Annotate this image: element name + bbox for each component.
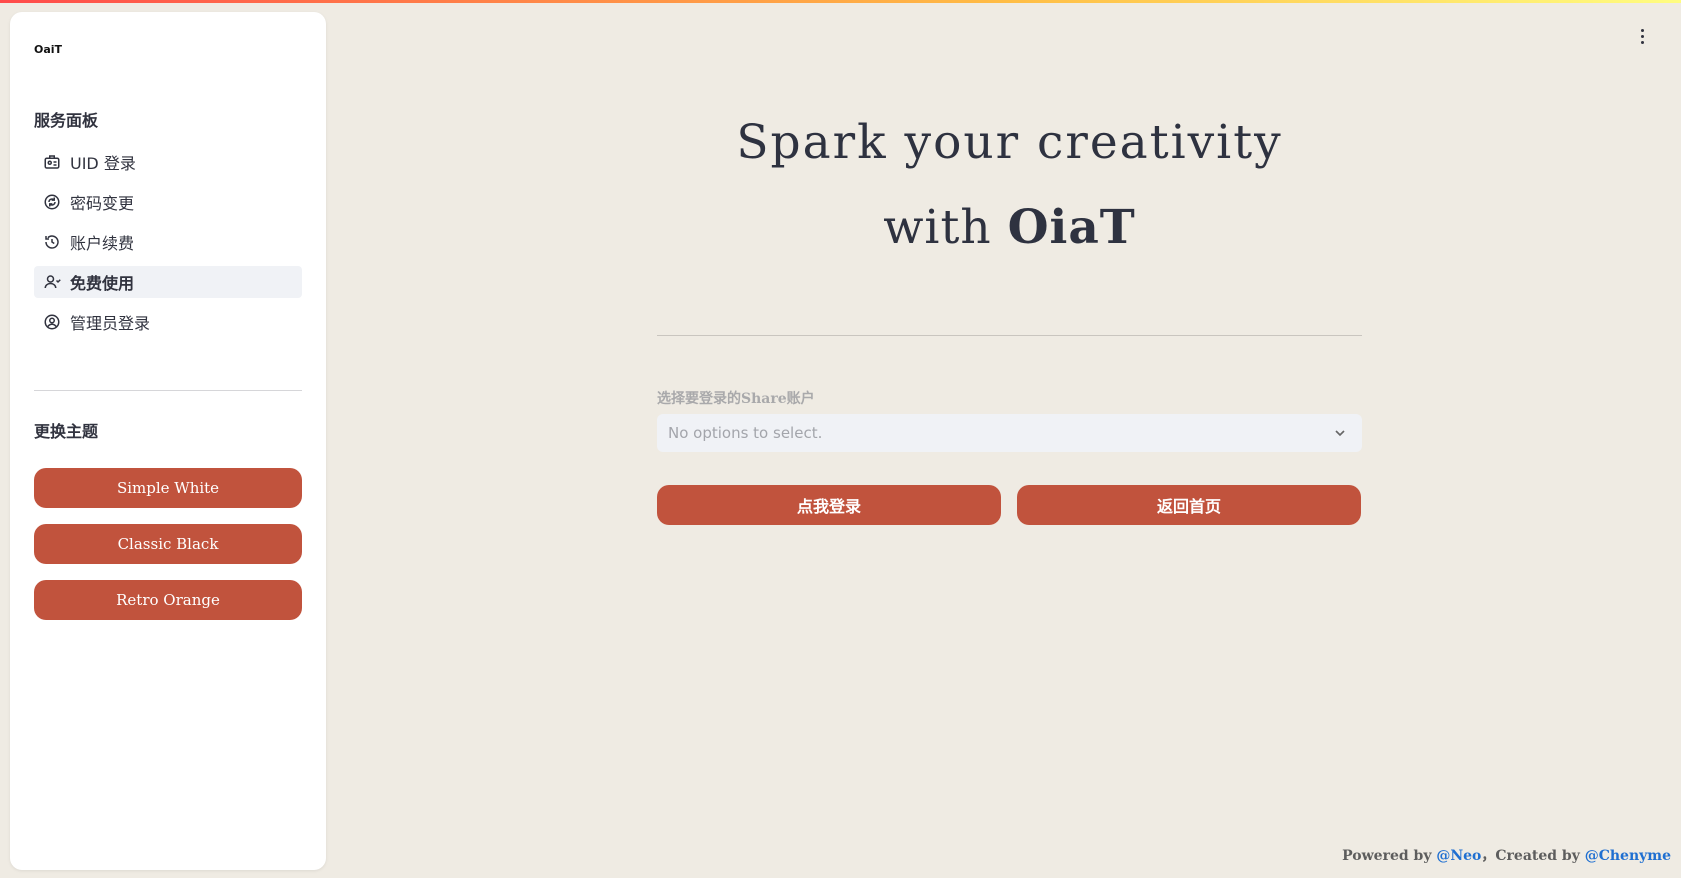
main-divider — [657, 335, 1362, 336]
sidebar-item-free-use[interactable]: 免费使用 — [34, 266, 302, 298]
history-icon — [43, 233, 61, 251]
hero-title-line1: Spark your creativity — [736, 115, 1283, 170]
sidebar-divider — [34, 390, 302, 391]
sidebar-item-uid-login[interactable]: UID 登录 — [34, 146, 302, 178]
hero-prefix: with — [883, 200, 1008, 255]
sidebar-item-label: UID 登录 — [70, 154, 136, 173]
hero-brand: OiaT — [1007, 200, 1136, 255]
account-select[interactable]: No options to select. — [657, 414, 1362, 452]
footer-chenyme-link[interactable]: @Chenyme — [1585, 848, 1671, 864]
more-menu-icon[interactable] — [1632, 26, 1652, 46]
sidebar-item-renewal[interactable]: 账户续费 — [34, 226, 302, 258]
account-circle-icon — [43, 313, 61, 331]
panel-title: 服务面板 — [34, 111, 99, 130]
sidebar-item-label: 管理员登录 — [70, 314, 151, 333]
sidebar-item-admin-login[interactable]: 管理员登录 — [34, 306, 302, 338]
sidebar-item-label: 密码变更 — [70, 194, 135, 213]
theme-retro-orange-button[interactable]: Retro Orange — [34, 580, 302, 620]
app-logo: OaiT — [34, 43, 63, 56]
account-select-placeholder: No options to select. — [668, 424, 823, 442]
login-button[interactable]: 点我登录 — [657, 485, 1001, 525]
sidebar-item-label: 账户续费 — [70, 234, 135, 253]
footer-created-text: ，Created by — [1481, 848, 1585, 864]
home-button[interactable]: 返回首页 — [1017, 485, 1361, 525]
sidebar-nav: UID 登录 密码变更 账户续费 免费使用 管理员登录 — [34, 146, 302, 346]
sidebar-item-label: 免费使用 — [70, 274, 135, 293]
user-icon — [43, 273, 61, 291]
footer-credits: Powered by @Neo，Created by @Chenyme — [1342, 845, 1671, 865]
id-card-icon — [43, 153, 61, 171]
account-select-label: 选择要登录的Share账户 — [657, 391, 815, 407]
refresh-circle-icon — [43, 193, 61, 211]
sidebar-item-password-change[interactable]: 密码变更 — [34, 186, 302, 218]
footer-neo-link[interactable]: @Neo — [1436, 848, 1481, 864]
top-decoration-bar — [0, 0, 1681, 3]
chevron-down-icon — [1332, 425, 1348, 441]
footer-powered-text: Powered by — [1342, 848, 1437, 864]
theme-simple-white-button[interactable]: Simple White — [34, 468, 302, 508]
hero-title-line2: with OiaT — [657, 200, 1362, 255]
theme-title: 更换主题 — [34, 422, 99, 441]
sidebar: OaiT 服务面板 UID 登录 密码变更 账户续费 免费使用 管理员登录 更换… — [10, 12, 326, 870]
theme-classic-black-button[interactable]: Classic Black — [34, 524, 302, 564]
